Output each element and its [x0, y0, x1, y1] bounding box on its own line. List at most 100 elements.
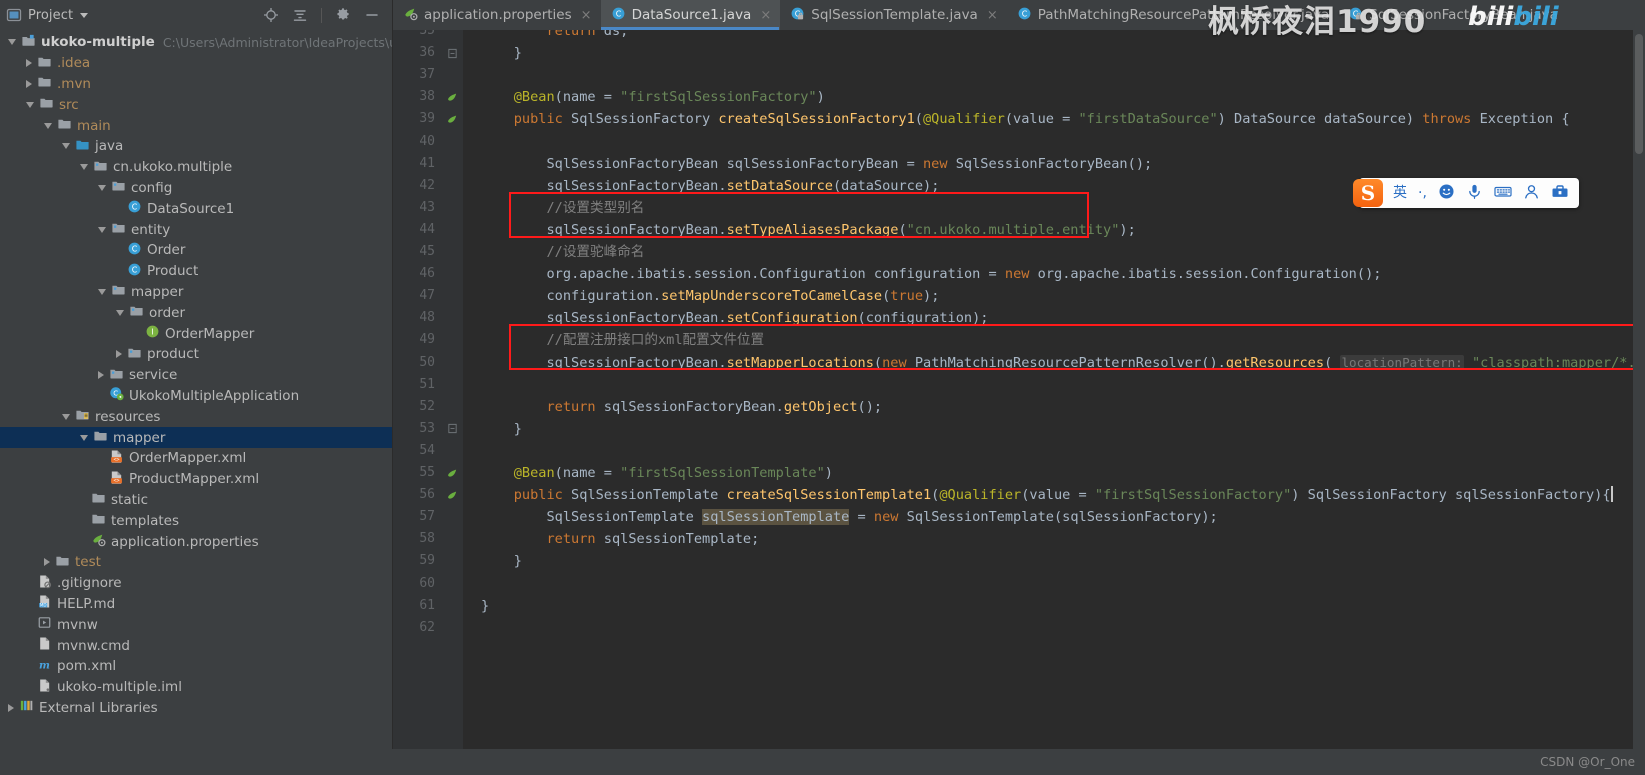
chevron-down-icon[interactable]	[62, 143, 70, 150]
code-text[interactable]: SqlSessionFactoryBean sqlSessionFactoryB…	[463, 153, 1153, 175]
code-text[interactable]: }	[463, 418, 522, 440]
code-text[interactable]: return sqlSessionFactoryBean.getObject()…	[463, 396, 883, 418]
editor-tab-sqlsessiontemplate-java[interactable]: C SqlSessionTemplate.java ×	[780, 0, 1006, 30]
tree-row-ordermapper-xml[interactable]: <> OrderMapper.xml	[0, 448, 392, 469]
chevron-down-icon[interactable]	[44, 122, 52, 129]
tree-row-application-properties[interactable]: application.properties	[0, 531, 392, 552]
chevron-right-icon[interactable]	[44, 558, 50, 567]
code-line[interactable]: 35 return ds;	[393, 30, 1645, 42]
code-line[interactable]: 62	[393, 617, 1645, 639]
code-line[interactable]: 48 sqlSessionFactoryBean.setConfiguratio…	[393, 307, 1645, 329]
chevron-down-icon[interactable]	[80, 164, 88, 171]
code-text[interactable]: sqlSessionFactoryBean.setDataSource(data…	[463, 175, 940, 197]
chevron-right-icon[interactable]	[26, 59, 32, 68]
tree-row-mapper[interactable]: mapper	[0, 427, 392, 448]
code-line[interactable]: 54	[393, 440, 1645, 462]
chevron-down-icon[interactable]	[80, 434, 88, 441]
tree-row-test[interactable]: test	[0, 552, 392, 573]
tree-row--idea[interactable]: .idea	[0, 53, 392, 74]
code-text[interactable]: SqlSessionTemplate sqlSessionTemplate = …	[463, 506, 1218, 528]
tree-row-pom-xml[interactable]: m pom.xml	[0, 656, 392, 677]
ime-punctuation-toggle[interactable]: ·,	[1418, 186, 1427, 200]
code-line[interactable]: 38 @Bean(name = "firstSqlSessionFactory"…	[393, 86, 1645, 108]
code-line[interactable]: 55 @Bean(name = "firstSqlSessionTemplate…	[393, 462, 1645, 484]
code-text[interactable]: sqlSessionFactoryBean.setTypeAliasesPack…	[463, 219, 1136, 241]
close-tab-icon[interactable]: ×	[581, 8, 592, 23]
smiley-icon[interactable]	[1438, 183, 1455, 204]
sogou-ime-toolbar[interactable]: S 英 ·,	[1353, 178, 1579, 208]
code-line[interactable]: 37	[393, 64, 1645, 86]
ime-language-toggle[interactable]: 英	[1393, 186, 1407, 200]
tree-row-service[interactable]: service	[0, 365, 392, 386]
user-icon[interactable]	[1523, 183, 1540, 204]
tree-row-product[interactable]: C Product	[0, 261, 392, 282]
code-text[interactable]: }	[463, 550, 522, 572]
code-line[interactable]: 46 org.apache.ibatis.session.Configurati…	[393, 263, 1645, 285]
bean-run-icon[interactable]	[441, 489, 463, 502]
tree-row-ukoko-multiple-iml[interactable]: ukoko-multiple.iml	[0, 677, 392, 698]
settings-gear-icon[interactable]	[335, 7, 351, 23]
collapse-all-icon[interactable]	[292, 7, 308, 23]
code-line[interactable]: 36 }	[393, 42, 1645, 64]
code-line[interactable]: 45 //设置驼峰命名	[393, 241, 1645, 263]
bean-icon[interactable]	[441, 467, 463, 480]
chevron-down-icon[interactable]	[62, 413, 70, 420]
chevron-right-icon[interactable]	[26, 79, 32, 88]
code-line[interactable]: 61}	[393, 595, 1645, 617]
vertical-scrollbar[interactable]	[1633, 30, 1645, 775]
tree-row--gitignore[interactable]: .gitignore	[0, 573, 392, 594]
chevron-down-icon[interactable]	[26, 101, 34, 108]
chevron-right-icon[interactable]	[116, 350, 122, 359]
bean-icon[interactable]	[441, 91, 463, 104]
code-line[interactable]: 60	[393, 573, 1645, 595]
vertical-scrollbar-thumb[interactable]	[1635, 34, 1643, 154]
code-editor[interactable]: 35 return ds; 36 } 37 38 @Bean(name = "firs…	[393, 30, 1645, 775]
tree-row-cn-ukoko-multiple[interactable]: cn.ukoko.multiple	[0, 157, 392, 178]
code-text[interactable]: public SqlSessionFactory createSqlSessio…	[463, 108, 1570, 130]
editor-tab-datasource1-java[interactable]: C DataSource1.java ×	[600, 0, 781, 30]
code-line[interactable]: 39 public SqlSessionFactory createSqlSes…	[393, 108, 1645, 130]
code-line[interactable]: 40	[393, 131, 1645, 153]
tree-row-mvnw-cmd[interactable]: mvnw.cmd	[0, 635, 392, 656]
chevron-down-icon[interactable]	[98, 288, 106, 295]
chevron-down-icon[interactable]	[116, 309, 124, 316]
code-line[interactable]: 50 sqlSessionFactoryBean.setMapperLocati…	[393, 352, 1645, 374]
tree-row-ukokomultipleapplication[interactable]: C UkokoMultipleApplication	[0, 386, 392, 407]
code-text[interactable]: }	[463, 42, 522, 64]
chevron-down-icon[interactable]	[98, 184, 106, 191]
editor-tab-application-properties[interactable]: application.properties ×	[393, 0, 601, 30]
code-line[interactable]: 56 public SqlSessionTemplate createSqlSe…	[393, 484, 1645, 506]
code-line[interactable]: 41 SqlSessionFactoryBean sqlSessionFacto…	[393, 153, 1645, 175]
chevron-down-icon[interactable]	[80, 12, 89, 18]
tree-row-resources[interactable]: resources	[0, 406, 392, 427]
source-code[interactable]: 35 return ds; 36 } 37 38 @Bean(name = "firs…	[393, 30, 1645, 775]
sogou-logo-icon[interactable]: S	[1353, 179, 1383, 207]
tree-row-main[interactable]: main	[0, 115, 392, 136]
locate-icon[interactable]	[263, 7, 279, 23]
fold-end-icon[interactable]	[441, 423, 463, 434]
code-line[interactable]: 59 }	[393, 550, 1645, 572]
tree-row-config[interactable]: config	[0, 178, 392, 199]
code-text[interactable]: sqlSessionFactoryBean.setConfiguration(c…	[463, 307, 989, 329]
tree-row-productmapper-xml[interactable]: <> ProductMapper.xml	[0, 469, 392, 490]
tree-row-src[interactable]: src	[0, 94, 392, 115]
close-tab-icon[interactable]: ×	[760, 8, 771, 23]
hide-tool-window-icon[interactable]	[364, 7, 380, 23]
project-tree[interactable]: ukoko-multiple C:\Users\Administrator\Id…	[0, 30, 392, 775]
chevron-down-icon[interactable]	[98, 226, 106, 233]
code-line[interactable]: 57 SqlSessionTemplate sqlSessionTemplate…	[393, 506, 1645, 528]
code-text[interactable]: //配置注册接口的xml配置文件位置	[463, 329, 764, 351]
tree-row-java[interactable]: java	[0, 136, 392, 157]
tree-row-mapper[interactable]: mapper	[0, 282, 392, 303]
code-line[interactable]: 52 return sqlSessionFactoryBean.getObjec…	[393, 396, 1645, 418]
code-text[interactable]: }	[463, 595, 489, 617]
code-line[interactable]: 53 }	[393, 418, 1645, 440]
code-text[interactable]: @Bean(name = "firstSqlSessionTemplate")	[463, 462, 833, 484]
tree-row-product[interactable]: product	[0, 344, 392, 365]
tree-row-mvnw[interactable]: mvnw	[0, 614, 392, 635]
tree-row--mvn[interactable]: .mvn	[0, 74, 392, 95]
tree-row-external-libraries[interactable]: External Libraries	[0, 698, 392, 719]
code-text[interactable]: @Bean(name = "firstSqlSessionFactory")	[463, 86, 825, 108]
code-text[interactable]: configuration.setMapUnderscoreToCamelCas…	[463, 285, 940, 307]
code-text[interactable]: public SqlSessionTemplate createSqlSessi…	[463, 484, 1613, 506]
